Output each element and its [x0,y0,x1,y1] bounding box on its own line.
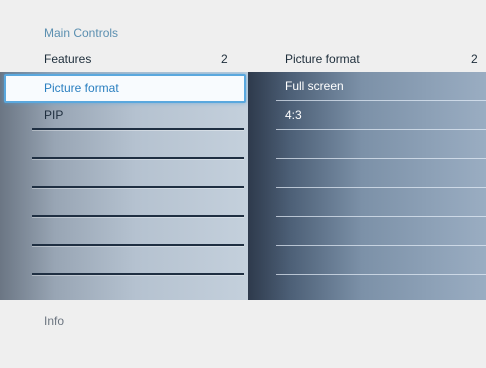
menu-item-empty[interactable] [0,217,248,246]
option-label: 4:3 [285,108,302,122]
option-empty[interactable] [248,275,486,300]
option-empty[interactable] [248,217,486,246]
option-empty[interactable] [248,159,486,188]
option-empty[interactable] [248,188,486,217]
menu-item-label: PIP [44,108,64,122]
info-label: Info [44,314,65,328]
right-panel-title: Picture format [285,52,360,66]
option-4-3[interactable]: 4:3 [248,101,486,130]
right-panel-count: 2 [471,52,478,66]
picture-format-options: Full screen 4:3 [248,72,486,300]
option-full-screen[interactable]: Full screen [248,72,486,101]
breadcrumb: Main Controls [44,26,119,40]
left-panel-title: Features [44,52,92,66]
menu-item-pip[interactable]: PIP [0,101,248,130]
left-panel-header: Features 2 [0,49,248,71]
menu-item-label: Picture format [44,81,119,95]
menu-item-empty[interactable] [0,159,248,188]
menu-item-empty[interactable] [0,246,248,275]
option-empty[interactable] [248,246,486,275]
left-panel-count: 2 [221,52,228,66]
menu-item-picture-format[interactable]: Picture format [4,74,246,103]
right-panel-header: Picture format 2 [248,49,486,71]
option-label: Full screen [285,79,344,93]
menu-item-empty[interactable] [0,275,248,300]
features-list: Picture format PIP [0,72,248,300]
option-empty[interactable] [248,130,486,159]
menu-item-empty[interactable] [0,130,248,159]
menu-item-empty[interactable] [0,188,248,217]
